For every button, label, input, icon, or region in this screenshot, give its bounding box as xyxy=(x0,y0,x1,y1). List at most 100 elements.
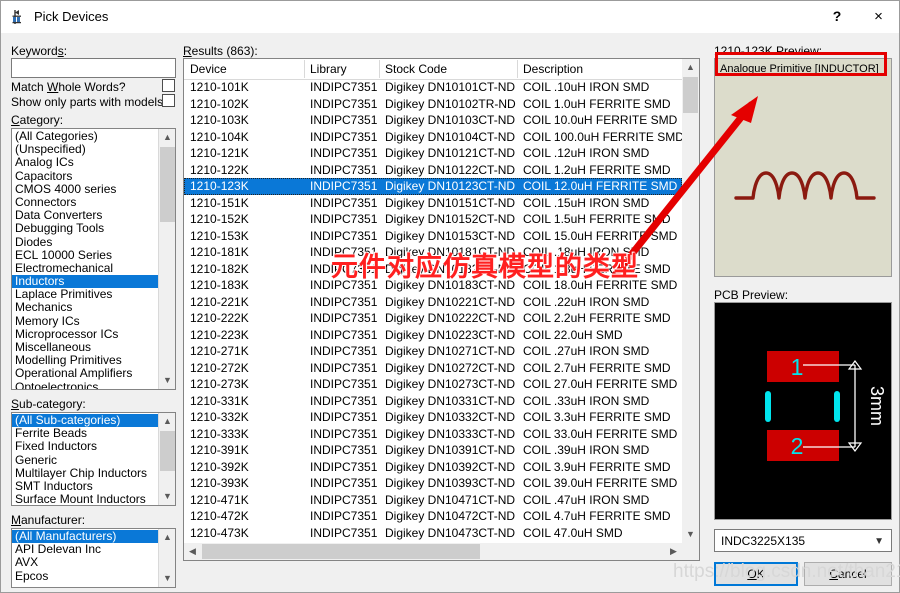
table-row[interactable]: 1210-101K INDIPC7351 Digikey DN10101CT-ND C… xyxy=(184,79,682,96)
table-row[interactable]: 1210-271K INDIPC7351 Digikey DN10271CT-ND C… xyxy=(184,343,682,360)
table-row[interactable]: 1210-103K INDIPC7351 Digikey DN10103CT-ND C… xyxy=(184,112,682,129)
category-item[interactable]: CMOS 4000 series xyxy=(12,183,158,196)
results-table[interactable]: Device Library Stock Code Description 12… xyxy=(183,58,700,561)
category-item[interactable]: Modelling Primitives xyxy=(12,354,158,367)
table-row[interactable]: 1210-121K INDIPC7351 Digikey DN10121CT-ND C… xyxy=(184,145,682,162)
column-divider[interactable] xyxy=(517,60,518,78)
column-divider[interactable] xyxy=(304,60,305,78)
table-row[interactable]: 1210-102K INDIPC7351 Digikey DN10102TR-ND C… xyxy=(184,96,682,113)
scroll-up-icon[interactable]: ▲ xyxy=(682,59,699,76)
table-row[interactable]: 1210-391K INDIPC7351 Digikey DN10391CT-ND C… xyxy=(184,442,682,459)
table-row[interactable]: 1210-104K INDIPC7351 Digikey DN10104CT-ND C… xyxy=(184,129,682,146)
keywords-input[interactable] xyxy=(11,58,176,78)
table-row[interactable]: 1210-392K INDIPC7351 Digikey DN10392CT-ND C… xyxy=(184,459,682,476)
scroll-down-icon[interactable]: ▼ xyxy=(159,372,175,389)
scroll-up-icon[interactable]: ▲ xyxy=(159,529,175,546)
table-row[interactable]: 1210-473K INDIPC7351 Digikey DN10473CT-ND C… xyxy=(184,525,682,542)
results-horizontal-scrollbar[interactable]: ◀ ▶ xyxy=(184,543,682,560)
table-row[interactable]: 1210-122K INDIPC7351 Digikey DN10122CT-ND C… xyxy=(184,162,682,179)
manufacturer-item[interactable]: Epcos xyxy=(12,570,158,583)
show-only-models-checkbox[interactable] xyxy=(162,94,175,107)
manufacturer-item[interactable]: API Delevan Inc xyxy=(12,543,158,556)
table-row[interactable]: 1210-181K INDIPC7351 Digikey DN10181CT-ND C… xyxy=(184,244,682,261)
category-item[interactable]: Diodes xyxy=(12,236,158,249)
manufacturer-item[interactable]: AVX xyxy=(12,556,158,569)
category-item[interactable]: Laplace Primitives xyxy=(12,288,158,301)
column-header-description[interactable]: Description xyxy=(523,62,583,76)
category-item[interactable]: Connectors xyxy=(12,196,158,209)
category-scrollbar[interactable]: ▲ ▼ xyxy=(158,129,175,389)
category-item[interactable]: Mechanics xyxy=(12,301,158,314)
table-row[interactable]: 1210-123K INDIPC7351 Digikey DN10123CT-ND C… xyxy=(184,178,682,195)
category-item[interactable]: Electromechanical xyxy=(12,262,158,275)
category-item[interactable]: Analog ICs xyxy=(12,156,158,169)
category-item[interactable]: (Unspecified) xyxy=(12,143,158,156)
table-row[interactable]: 1210-182K INDIPC7351 Digikey DN10182CT-ND C… xyxy=(184,261,682,278)
table-row[interactable]: 1210-273K INDIPC7351 Digikey DN10273CT-ND C… xyxy=(184,376,682,393)
subcategory-item[interactable]: Multilayer Chip Inductors xyxy=(12,467,158,480)
scrollbar-thumb[interactable] xyxy=(160,147,175,222)
close-button[interactable]: × xyxy=(858,1,899,32)
subcategory-scrollbar[interactable]: ▲ ▼ xyxy=(158,413,175,505)
category-item[interactable]: Miscellaneous xyxy=(12,341,158,354)
scroll-down-icon[interactable]: ▼ xyxy=(159,570,175,587)
table-row[interactable]: 1210-471K INDIPC7351 Digikey DN10471CT-ND C… xyxy=(184,492,682,509)
table-row[interactable]: 1210-393K INDIPC7351 Digikey DN10393CT-ND C… xyxy=(184,475,682,492)
subcategory-item[interactable]: Ferrite Beads xyxy=(12,427,158,440)
category-item[interactable]: Operational Amplifiers xyxy=(12,367,158,380)
category-item[interactable]: Capacitors xyxy=(12,170,158,183)
column-header-stock-code[interactable]: Stock Code xyxy=(385,62,447,76)
manufacturer-item[interactable]: (All Manufacturers) xyxy=(12,530,158,544)
subcategory-item[interactable]: Surface Mount Inductors xyxy=(12,493,158,505)
cancel-button[interactable]: Cancel xyxy=(804,562,892,586)
table-row[interactable]: 1210-222K INDIPC7351 Digikey DN10222CT-ND C… xyxy=(184,310,682,327)
table-row[interactable]: 1210-151K INDIPC7351 Digikey DN10151CT-ND C… xyxy=(184,195,682,212)
column-divider[interactable] xyxy=(379,60,380,78)
table-row[interactable]: 1210-153K INDIPC7351 Digikey DN10153CT-ND C… xyxy=(184,228,682,245)
chevron-down-icon[interactable]: ▼ xyxy=(874,536,884,547)
scroll-down-icon[interactable]: ▼ xyxy=(159,488,175,505)
table-row[interactable]: 1210-272K INDIPC7351 Digikey DN10272CT-ND C… xyxy=(184,360,682,377)
ok-button[interactable]: OK xyxy=(714,562,798,586)
help-button[interactable]: ? xyxy=(816,1,858,32)
scroll-left-icon[interactable]: ◀ xyxy=(184,543,201,560)
table-row[interactable]: 1210-332K INDIPC7351 Digikey DN10332CT-ND C… xyxy=(184,409,682,426)
manufacturer-scrollbar[interactable]: ▲ ▼ xyxy=(158,529,175,587)
category-item[interactable]: ECL 10000 Series xyxy=(12,249,158,262)
column-header-device[interactable]: Device xyxy=(190,62,227,76)
scroll-right-icon[interactable]: ▶ xyxy=(665,543,682,560)
table-row[interactable]: 1210-223K INDIPC7351 Digikey DN10223CT-ND C… xyxy=(184,327,682,344)
subcategory-item[interactable]: Generic xyxy=(12,454,158,467)
results-vertical-scrollbar[interactable]: ▲ ▼ xyxy=(682,59,699,543)
category-item[interactable]: Microprocessor ICs xyxy=(12,328,158,341)
category-item[interactable]: Inductors xyxy=(12,275,158,289)
category-item[interactable]: Data Converters xyxy=(12,209,158,222)
table-cell: 1210-101K xyxy=(190,80,249,94)
scrollbar-thumb[interactable] xyxy=(683,77,698,113)
category-item[interactable]: Debugging Tools xyxy=(12,222,158,235)
category-item[interactable]: Optoelectronics xyxy=(12,381,158,389)
manufacturer-listbox[interactable]: (All Manufacturers) API Delevan Inc AVX Epc… xyxy=(11,528,176,588)
category-listbox[interactable]: (All Categories) (Unspecified) Analog ICs C… xyxy=(11,128,176,390)
scroll-up-icon[interactable]: ▲ xyxy=(159,413,175,430)
subcategory-listbox[interactable]: (All Sub-categories) Ferrite Beads Fixed I… xyxy=(11,412,176,506)
scroll-up-icon[interactable]: ▲ xyxy=(159,129,175,146)
table-row[interactable]: 1210-183K INDIPC7351 Digikey DN10183CT-ND C… xyxy=(184,277,682,294)
subcategory-item[interactable]: (All Sub-categories) xyxy=(12,414,158,428)
scrollbar-thumb[interactable] xyxy=(160,431,175,471)
column-header-library[interactable]: Library xyxy=(310,62,347,76)
category-item[interactable]: (All Categories) xyxy=(12,130,158,143)
package-dropdown[interactable]: INDC3225X135 ▼ xyxy=(714,529,892,552)
table-row[interactable]: 1210-221K INDIPC7351 Digikey DN10221CT-ND C… xyxy=(184,294,682,311)
table-row[interactable]: 1210-333K INDIPC7351 Digikey DN10333CT-ND C… xyxy=(184,426,682,443)
show-only-models-label: Show only parts with models? xyxy=(11,95,170,109)
subcategory-item[interactable]: SMT Inductors xyxy=(12,480,158,493)
scroll-down-icon[interactable]: ▼ xyxy=(682,526,699,543)
category-item[interactable]: Memory ICs xyxy=(12,315,158,328)
table-row[interactable]: 1210-152K INDIPC7351 Digikey DN10152CT-ND C… xyxy=(184,211,682,228)
subcategory-item[interactable]: Fixed Inductors xyxy=(12,440,158,453)
match-whole-words-checkbox[interactable] xyxy=(162,79,175,92)
scrollbar-thumb[interactable] xyxy=(202,544,480,559)
table-row[interactable]: 1210-472K INDIPC7351 Digikey DN10472CT-ND C… xyxy=(184,508,682,525)
table-row[interactable]: 1210-331K INDIPC7351 Digikey DN10331CT-ND C… xyxy=(184,393,682,410)
